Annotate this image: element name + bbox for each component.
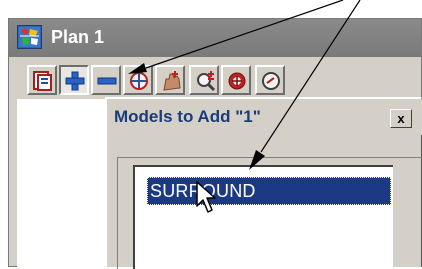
title-bar[interactable]: Plan 1 bbox=[9, 19, 421, 57]
rotate-icon bbox=[262, 72, 280, 90]
remove-model-button[interactable] bbox=[91, 65, 121, 95]
toolbar bbox=[9, 57, 421, 99]
dialog-title-bar[interactable]: Models to Add "1" x bbox=[107, 99, 422, 135]
list-icon bbox=[33, 71, 52, 91]
plan-canvas[interactable] bbox=[17, 99, 117, 268]
minus-icon bbox=[97, 77, 117, 85]
list-models-button[interactable] bbox=[27, 65, 57, 95]
zoom-fit-button[interactable] bbox=[123, 65, 153, 95]
models-to-add-dialog: Models to Add "1" x SURROUND bbox=[105, 97, 422, 269]
target-zoom-icon bbox=[130, 72, 148, 90]
window-title: Plan 1 bbox=[51, 27, 105, 47]
pan-button[interactable] bbox=[155, 65, 185, 95]
rotate-button[interactable] bbox=[255, 65, 285, 95]
close-button[interactable]: x bbox=[390, 109, 412, 128]
zoom-center-icon bbox=[228, 72, 246, 90]
mouse-pointer-icon bbox=[195, 180, 221, 221]
list-item[interactable]: SURROUND bbox=[147, 177, 391, 205]
models-list[interactable]: SURROUND bbox=[133, 165, 393, 269]
app-icon bbox=[17, 25, 42, 49]
dialog-title: Models to Add "1" bbox=[114, 107, 261, 126]
plus-icon bbox=[65, 71, 85, 91]
add-model-button[interactable] bbox=[59, 65, 89, 95]
zoom-plus-minus-icon bbox=[197, 71, 216, 92]
close-icon: x bbox=[397, 111, 405, 126]
zoom-center-button[interactable] bbox=[221, 65, 251, 95]
zoom-in-out-button[interactable] bbox=[189, 65, 219, 95]
hand-pan-icon bbox=[163, 71, 181, 91]
